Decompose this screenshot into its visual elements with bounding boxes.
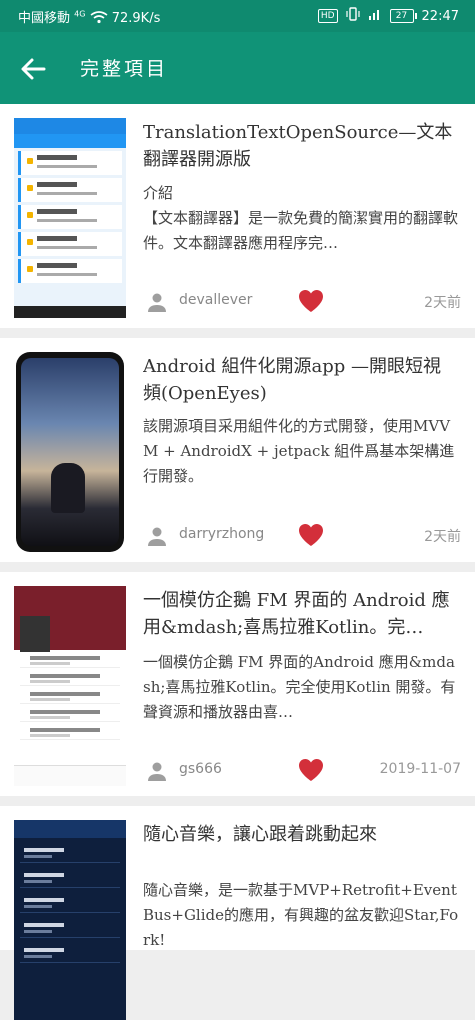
project-title: TranslationTextOpenSource—文本翻譯器開源版	[143, 122, 453, 170]
carrier-label: 中國移動	[18, 11, 71, 26]
network-speed: 72.9K/s	[111, 11, 161, 26]
project-description: 介紹 【文本翻譯器】是一款免費的簡潔實用的翻譯軟件。文本翻譯器應用程序完…	[143, 184, 459, 252]
hd-badge: HD	[317, 9, 338, 23]
project-author: darryrzhong	[179, 526, 265, 542]
project-card[interactable]: Android 組件化開源app —開眼短視頻(OpenEyes) 該開源項目采…	[0, 338, 475, 562]
project-meta: devallever 2天前	[143, 287, 461, 317]
project-thumbnail	[14, 352, 126, 552]
heart-icon[interactable]	[298, 758, 324, 782]
project-thumbnail	[14, 820, 126, 1020]
page-title: 完整項目	[80, 58, 169, 80]
status-right: HD 27 22:47	[317, 7, 459, 25]
project-title: Android 組件化開源app —開眼短視頻(OpenEyes)	[143, 356, 442, 404]
project-thumbnail	[14, 118, 126, 318]
project-meta: darryrzhong 2天前	[143, 521, 461, 551]
person-icon	[148, 293, 166, 312]
project-thumbnail	[14, 586, 126, 786]
project-time: 2天前	[424, 295, 461, 311]
person-icon	[148, 527, 166, 546]
heart-icon[interactable]	[298, 523, 324, 547]
project-time: 2天前	[424, 529, 461, 545]
app-bar: 完整項目	[0, 32, 475, 104]
wifi-icon	[90, 11, 112, 26]
status-bar: 中國移動 4G 72.9K/s HD 27 22:47	[0, 0, 475, 32]
vibrate-icon	[345, 7, 360, 25]
project-title: 一個模仿企鵝 FM 界面的 Android 應用&mdash;喜馬拉雅Kotli…	[143, 590, 450, 638]
project-author: devallever	[179, 292, 253, 308]
project-title: 隨心音樂，讓心跟着跳動起來	[143, 824, 377, 845]
battery-indicator: 27	[389, 9, 417, 23]
clock: 22:47	[421, 8, 459, 24]
project-author: gs666	[179, 761, 222, 777]
project-card[interactable]: 一個模仿企鵝 FM 界面的 Android 應用&mdash;喜馬拉雅Kotli…	[0, 572, 475, 796]
project-description: 一個模仿企鵝 FM 界面的Android 應用&mdash;喜馬拉雅Kotlin…	[143, 653, 456, 721]
project-card[interactable]: TranslationTextOpenSource—文本翻譯器開源版 介紹 【文…	[0, 104, 475, 328]
signal-icon	[368, 8, 382, 24]
project-card[interactable]: 隨心音樂，讓心跟着跳動起來 隨心音樂，是一款基于MVP+Retrofit+Eve…	[0, 806, 475, 1020]
project-time: 2019-11-07	[379, 761, 461, 777]
project-meta: gs666 2019-11-07	[143, 756, 461, 786]
heart-icon[interactable]	[298, 289, 324, 313]
back-button[interactable]	[16, 52, 50, 86]
project-description: 隨心音樂，是一款基于MVP+Retrofit+EventBus+Glide的應用…	[143, 881, 459, 949]
project-description: 該開源項目采用組件化的方式開發，使用MVVM + AndroidX + jetp…	[143, 417, 455, 485]
arrow-left-icon	[21, 58, 46, 80]
status-left: 中國移動 4G 72.9K/s	[18, 7, 160, 26]
person-icon	[148, 762, 166, 781]
network-type: 4G	[74, 9, 86, 19]
